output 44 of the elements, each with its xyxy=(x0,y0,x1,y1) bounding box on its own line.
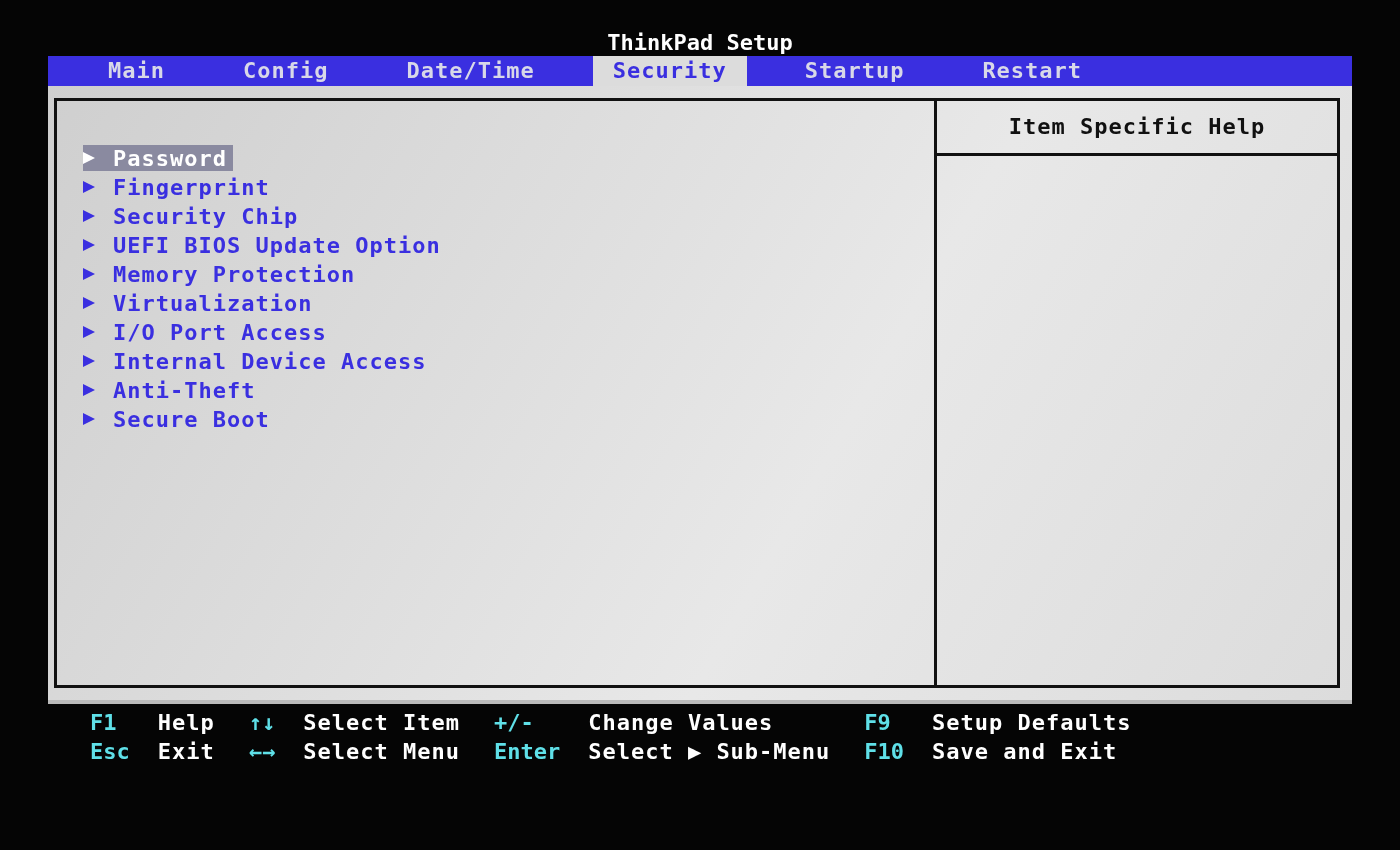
window-title: ThinkPad Setup xyxy=(606,30,794,56)
key-label: ↑↓ xyxy=(248,710,276,735)
tab[interactable]: Startup xyxy=(784,56,925,86)
triangle-icon xyxy=(83,152,95,164)
help-title: Item Specific Help xyxy=(937,101,1337,156)
key-label: Esc xyxy=(90,739,130,764)
triangle-icon xyxy=(83,326,95,338)
key-action: Select Menu xyxy=(303,739,460,764)
key-label: +/- xyxy=(493,710,535,735)
key-label: F9 xyxy=(864,710,892,735)
key-label: F10 xyxy=(864,739,905,764)
menu-item[interactable]: Password xyxy=(83,145,233,171)
tab[interactable]: Config xyxy=(223,56,349,86)
key-action: Save and Exit xyxy=(932,739,1119,764)
tab[interactable]: Main xyxy=(88,56,185,86)
triangle-icon xyxy=(83,297,95,309)
triangle-icon xyxy=(83,355,95,367)
key-label: Enter xyxy=(493,739,561,764)
menu-item[interactable]: I/O Port Access xyxy=(83,319,327,345)
menu-item[interactable]: Memory Protection xyxy=(83,261,356,287)
tab[interactable]: Restart xyxy=(962,56,1103,86)
menu-item[interactable]: Internal Device Access xyxy=(83,348,427,374)
menu-item[interactable]: Fingerprint xyxy=(83,174,270,200)
triangle-icon xyxy=(83,181,95,193)
key-label: ←→ xyxy=(248,739,276,764)
menu-item[interactable]: Anti-Theft xyxy=(83,377,256,403)
menu-item[interactable]: Security Chip xyxy=(83,203,299,229)
triangle-icon xyxy=(83,268,95,280)
triangle-icon xyxy=(83,384,95,396)
menu-item[interactable]: Virtualization xyxy=(83,290,313,316)
key-action: Select Item xyxy=(303,710,460,735)
menu-item[interactable]: Secure Boot xyxy=(83,406,270,432)
triangle-icon xyxy=(83,239,95,251)
triangle-icon xyxy=(83,413,95,425)
key-action: Select ▶ Sub-Menu xyxy=(588,739,831,764)
key-action: Change Values xyxy=(588,710,775,735)
key-action: Exit xyxy=(157,739,215,764)
tab[interactable]: Date/Time xyxy=(386,56,555,86)
key-action: Setup Defaults xyxy=(932,710,1132,735)
menu-item[interactable]: UEFI BIOS Update Option xyxy=(83,232,441,258)
triangle-icon xyxy=(83,210,95,222)
tab[interactable]: Security xyxy=(592,56,747,86)
key-label: F1 xyxy=(90,710,118,735)
key-action: Help xyxy=(157,710,215,735)
